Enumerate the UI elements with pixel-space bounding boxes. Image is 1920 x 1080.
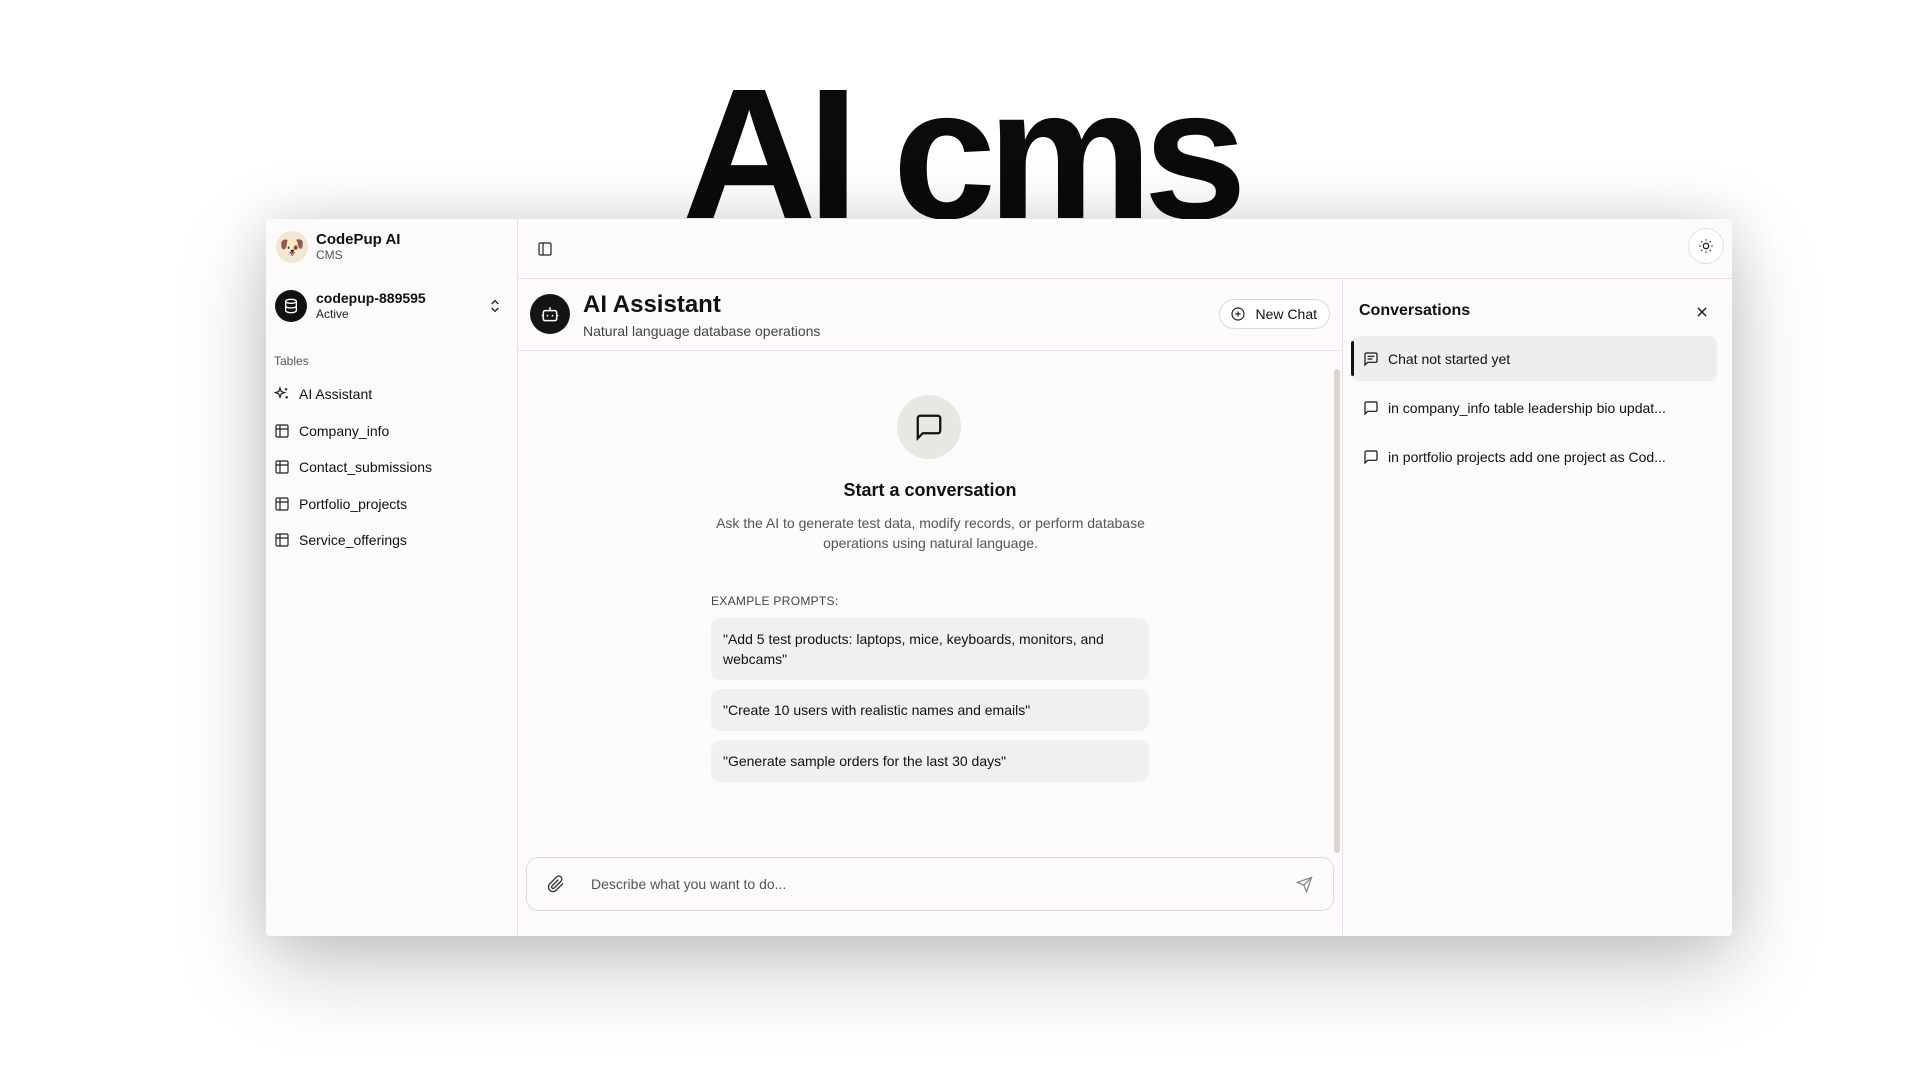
sidebar: 🐶 CodePup AI CMS codepup-889595 Active T… (266, 219, 518, 936)
conversations-panel: Conversations Chat not started yet in co… (1343, 279, 1732, 936)
sidebar-nav: AI Assistant Company_info Contact_submis… (274, 376, 510, 559)
example-prompt[interactable]: "Create 10 users with realistic names an… (711, 689, 1149, 731)
sidebar-item-label: Portfolio_projects (299, 495, 408, 512)
new-chat-label: New Chat (1255, 306, 1317, 322)
conversation-item-active[interactable]: Chat not started yet (1351, 336, 1717, 381)
sidebar-toggle-icon[interactable] (534, 238, 556, 260)
message-composer (526, 857, 1334, 911)
conversation-item[interactable]: in company_info table leadership bio upd… (1351, 385, 1717, 430)
top-bar (518, 219, 1732, 279)
empty-state-title: Start a conversation (843, 480, 1017, 500)
sidebar-item-label: AI Assistant (299, 386, 373, 403)
dog-logo-icon: 🐶 (276, 231, 308, 263)
message-square-text-icon (1364, 351, 1378, 366)
app-window: 🐶 CodePup AI CMS codepup-889595 Active T… (266, 219, 1732, 936)
chevron-up-down-icon[interactable] (487, 297, 503, 320)
message-input[interactable] (591, 858, 1281, 910)
conversation-item[interactable]: in portfolio projects add one project as… (1351, 434, 1717, 479)
message-square-icon (1364, 400, 1378, 415)
chat-subtitle: Natural language database operations (583, 323, 821, 339)
chat-scrollbar[interactable] (1334, 369, 1340, 853)
sparkles-icon (274, 386, 288, 400)
chat-panel: AI Assistant Natural language database o… (518, 279, 1343, 936)
database-status: Active (316, 307, 349, 321)
sidebar-item-label: Service_offerings (299, 532, 407, 549)
message-square-icon (1364, 449, 1378, 464)
table-icon (275, 497, 289, 511)
brand-subtitle: CMS (316, 248, 343, 262)
sidebar-item-portfolio-projects[interactable]: Portfolio_projects (274, 486, 510, 523)
example-prompt[interactable]: "Generate sample orders for the last 30 … (711, 740, 1149, 782)
main-area: AI Assistant Natural language database o… (518, 219, 1732, 936)
conversation-list: Chat not started yet in company_info tab… (1351, 336, 1717, 483)
sidebar-item-contact-submissions[interactable]: Contact_submissions (274, 449, 510, 486)
new-chat-button[interactable]: New Chat (1218, 299, 1330, 329)
database-switcher[interactable]: codepup-889595 Active (275, 288, 507, 324)
tables-section-label: Tables (274, 354, 309, 368)
theme-toggle-sun-icon[interactable] (1688, 228, 1724, 264)
chat-header: AI Assistant Natural language database o… (518, 279, 1342, 351)
message-square-icon (897, 395, 961, 459)
sidebar-item-ai-assistant[interactable]: AI Assistant (274, 376, 510, 413)
sidebar-item-company-info[interactable]: Company_info (274, 413, 510, 450)
database-name: codepup-889595 (316, 290, 426, 306)
chat-title: AI Assistant (583, 291, 721, 318)
conversation-label: in company_info table leadership bio upd… (1388, 399, 1666, 416)
example-prompts: "Add 5 test products: laptops, mice, key… (711, 618, 1149, 791)
example-prompts-label: EXAMPLE PROMPTS: (711, 594, 839, 608)
plus-circle-icon (1230, 307, 1245, 321)
send-icon[interactable] (1295, 876, 1313, 898)
conversations-title: Conversations (1359, 302, 1471, 319)
table-icon (275, 460, 289, 474)
sidebar-item-label: Company_info (299, 422, 390, 439)
brand: 🐶 CodePup AI CMS (276, 231, 400, 263)
bot-icon (530, 294, 570, 334)
table-icon (275, 424, 289, 438)
table-icon (275, 533, 289, 547)
example-prompt[interactable]: "Add 5 test products: laptops, mice, key… (711, 618, 1149, 680)
close-icon[interactable] (1694, 304, 1710, 325)
paperclip-icon[interactable] (547, 875, 565, 898)
sidebar-item-service-offerings[interactable]: Service_offerings (274, 522, 510, 559)
database-icon (275, 290, 307, 322)
conversation-label: in portfolio projects add one project as… (1388, 448, 1666, 465)
brand-name: CodePup AI (316, 231, 401, 248)
empty-state-description: Ask the AI to generate test data, modify… (716, 515, 1145, 551)
conversation-label: Chat not started yet (1388, 350, 1511, 367)
sidebar-item-label: Contact_submissions (299, 459, 433, 476)
